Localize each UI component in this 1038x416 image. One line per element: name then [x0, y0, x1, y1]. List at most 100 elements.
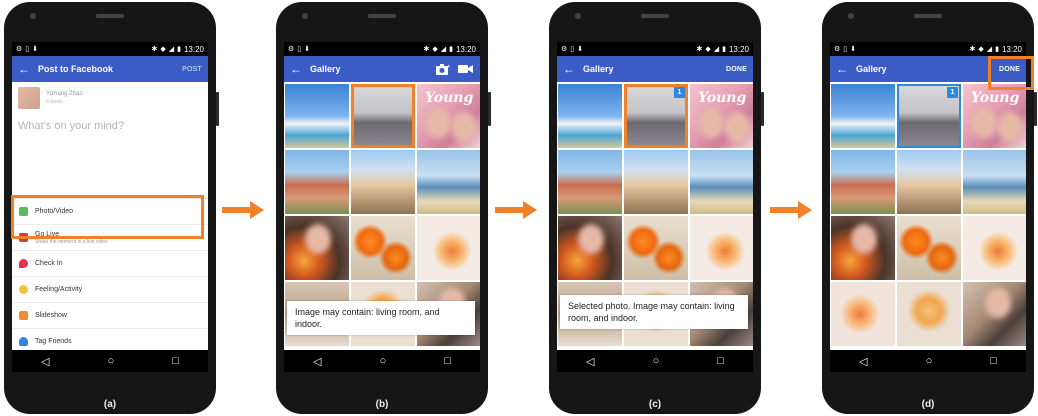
- app-bar: ← Gallery DONE: [557, 56, 753, 82]
- android-nav-bar: ◁ ○ □: [557, 350, 753, 372]
- android-nav-bar: ◁ ○ □: [284, 350, 480, 372]
- composer-user: Yizhang Zhao Friends: [12, 82, 208, 114]
- gallery-photo[interactable]: [963, 282, 1026, 346]
- gallery-photo[interactable]: [831, 216, 895, 280]
- gallery-photo[interactable]: [351, 150, 415, 214]
- gallery-photo[interactable]: [285, 84, 349, 148]
- side-button: [488, 92, 491, 126]
- notification-icon: ⚙: [288, 45, 295, 53]
- nav-recents-icon[interactable]: □: [172, 355, 179, 367]
- gallery-photo[interactable]: [897, 216, 961, 280]
- nav-home-icon[interactable]: ○: [653, 355, 660, 367]
- screen-c: ⚙ ▯ ⬇ ✱ ◆ ◢ ▮ 13:20 ← Gallery DONE 1 Young Sel…: [557, 42, 753, 372]
- gallery-photo[interactable]: Young: [690, 84, 753, 148]
- gallery-photo[interactable]: [690, 150, 753, 214]
- gallery-photo-living-room[interactable]: 1: [897, 84, 961, 148]
- gallery-photo-living-room[interactable]: [351, 84, 415, 148]
- wifi-icon: ◆: [978, 45, 984, 53]
- notification-icon: ⚙: [561, 45, 568, 53]
- gallery-photo[interactable]: [963, 216, 1026, 280]
- sim-icon: ▯: [297, 45, 302, 53]
- camera-icon[interactable]: +: [436, 63, 450, 75]
- bluetooth-icon: ✱: [696, 45, 703, 53]
- back-arrow-icon[interactable]: ←: [290, 63, 302, 75]
- download-icon: ⬇: [304, 45, 311, 53]
- gallery-photo-living-room[interactable]: 1: [624, 84, 688, 148]
- gallery-photo[interactable]: [285, 150, 349, 214]
- back-arrow-icon[interactable]: ←: [836, 63, 848, 75]
- gallery-photo[interactable]: [897, 282, 961, 346]
- nav-home-icon[interactable]: ○: [108, 355, 115, 367]
- gallery-photo[interactable]: [558, 84, 622, 148]
- gallery-photo[interactable]: [285, 216, 349, 280]
- menu-item-label: Tag Friends: [35, 338, 72, 345]
- done-button[interactable]: DONE: [726, 66, 747, 73]
- side-button: [1034, 92, 1037, 126]
- panel-label: (d): [921, 399, 935, 410]
- video-camera-icon[interactable]: [458, 64, 474, 74]
- avatar: [18, 87, 40, 109]
- nav-home-icon[interactable]: ○: [380, 355, 387, 367]
- gallery-photo[interactable]: [831, 282, 895, 346]
- gallery-photo[interactable]: [624, 150, 688, 214]
- wifi-icon: ◆: [160, 45, 166, 53]
- screen-d: ⚙ ▯ ⬇ ✱ ◆ ◢ ▮ 13:20 ← Gallery DONE 1 Young ◁ ○…: [830, 42, 1026, 372]
- screen-reader-tooltip: Selected photo. Image may contain: livin…: [560, 295, 748, 329]
- selection-badge: 1: [674, 87, 685, 98]
- gallery-photo[interactable]: [831, 84, 895, 148]
- post-button[interactable]: POST: [182, 66, 202, 73]
- nav-home-icon[interactable]: ○: [926, 355, 933, 367]
- battery-icon: ▮: [177, 45, 181, 53]
- gallery-photo[interactable]: [831, 150, 895, 214]
- speaker: [641, 14, 669, 18]
- battery-icon: ▮: [995, 45, 999, 53]
- status-bar: ⚙ ▯ ⬇ ✱ ◆ ◢ ▮ 13:20: [830, 42, 1026, 56]
- download-icon: ⬇: [577, 45, 584, 53]
- status-time: 13:20: [455, 44, 476, 54]
- bluetooth-icon: ✱: [969, 45, 976, 53]
- nav-recents-icon[interactable]: □: [990, 355, 997, 367]
- nav-back-icon[interactable]: ◁: [586, 355, 594, 368]
- gallery-photo[interactable]: [897, 150, 961, 214]
- back-arrow-icon[interactable]: ←: [563, 63, 575, 75]
- notification-icon: ⚙: [834, 45, 841, 53]
- gallery-photo[interactable]: [558, 150, 622, 214]
- menu-item-label: Slideshow: [35, 312, 67, 319]
- arrow-right-icon: [770, 201, 812, 219]
- gallery-photo[interactable]: [417, 150, 480, 214]
- arrow-right-icon: [495, 201, 537, 219]
- selection-badge: 1: [947, 87, 958, 98]
- back-arrow-icon[interactable]: ←: [18, 63, 30, 75]
- audience-selector[interactable]: Friends: [46, 99, 83, 105]
- battery-icon: ▮: [722, 45, 726, 53]
- gallery-photo[interactable]: [417, 216, 480, 280]
- menu-item-feeling[interactable]: Feeling/Activity: [12, 277, 208, 303]
- gallery-photo[interactable]: [624, 216, 688, 280]
- gallery-photo[interactable]: [690, 216, 753, 280]
- phone-d: ⚙ ▯ ⬇ ✱ ◆ ◢ ▮ 13:20 ← Gallery DONE 1 Young ◁ ○…: [822, 2, 1037, 414]
- menu-item-check-in[interactable]: Check In: [12, 251, 208, 277]
- post-text-input[interactable]: What's on your mind?: [12, 114, 208, 198]
- tag-friends-icon: [19, 337, 28, 346]
- app-bar-title: Gallery: [310, 64, 341, 74]
- sim-icon: ▯: [570, 45, 575, 53]
- gallery-photo[interactable]: [963, 150, 1026, 214]
- gallery-photo[interactable]: [351, 216, 415, 280]
- wifi-icon: ◆: [705, 45, 711, 53]
- status-time: 13:20: [183, 44, 204, 54]
- download-icon: ⬇: [32, 45, 39, 53]
- nav-back-icon[interactable]: ◁: [41, 355, 49, 368]
- phone-b: ⚙ ▯ ⬇ ✱ ◆ ◢ ▮ 13:20 ← Gallery + Young Im…: [276, 2, 491, 414]
- bluetooth-icon: ✱: [151, 45, 158, 53]
- nav-recents-icon[interactable]: □: [717, 355, 724, 367]
- gallery-photo[interactable]: Young: [963, 84, 1026, 148]
- menu-item-label: Check In: [35, 260, 63, 267]
- gallery-photo[interactable]: Young: [417, 84, 480, 148]
- gallery-photo[interactable]: [558, 216, 622, 280]
- nav-back-icon[interactable]: ◁: [313, 355, 321, 368]
- download-icon: ⬇: [850, 45, 857, 53]
- menu-item-slideshow[interactable]: Slideshow: [12, 303, 208, 329]
- nav-back-icon[interactable]: ◁: [859, 355, 867, 368]
- nav-recents-icon[interactable]: □: [444, 355, 451, 367]
- side-button: [216, 92, 219, 126]
